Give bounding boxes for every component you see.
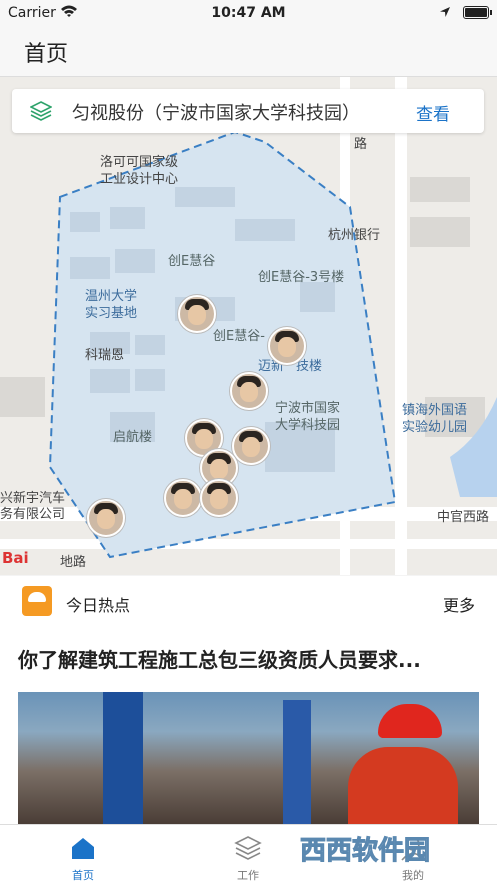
layers-icon [234,836,262,860]
tab-label: 首页 [72,869,94,882]
watermark: 西西软件园 [300,836,431,867]
road-label: 路 [354,137,368,152]
poi-label: 洛可可国家级 [100,155,179,170]
page-title: 首页 [24,42,69,67]
home-icon [72,838,94,859]
article-card[interactable]: 你了解建筑工程施工总包三级资质人员要求... [0,628,497,824]
map-view[interactable]: 洛可可国家级 工业设计中心 创E慧谷 创E慧谷-3号楼 杭州银行 温州大学 实习… [0,77,497,575]
article-image[interactable] [18,692,479,824]
user-marker[interactable] [200,479,238,517]
poi-label: 实习基地 [85,306,138,321]
user-marker[interactable] [232,427,270,465]
company-name: 匀视股份（宁波市国家大学科技园） [72,103,360,124]
map-canvas [0,77,497,575]
status-bar: Carrier 10:47 AM [0,0,497,28]
poi-label: 兴新宇汽车 [0,491,66,506]
user-marker[interactable] [164,479,202,517]
poi-label: 创E慧谷 [168,254,216,269]
poi-label: 杭州银行 [328,228,381,243]
tab-home[interactable]: 首页 [23,825,143,884]
road-label: 中官西路 [437,510,490,525]
battery-icon [463,6,492,19]
poi-label: 大学科技园 [275,418,341,433]
clock: 10:47 AM [211,5,286,21]
layers-icon [30,101,52,121]
poi-label: 工业设计中心 [100,172,179,187]
hot-logo-icon [22,586,52,616]
hot-header: 今日热点 更多 [0,576,497,628]
nav-bar: 首页 [0,28,497,77]
poi-label: 启航楼 [113,430,153,445]
poi-label: 创E慧谷- [213,329,265,344]
hot-label: 今日热点 [66,596,131,615]
poi-label: 科瑞恩 [85,348,125,363]
poi-label: 镇海外国语 [402,403,468,418]
poi-label: 创E慧谷-3号楼 [258,270,345,285]
road-label: 地路 [60,555,87,570]
article-headline[interactable]: 你了解建筑工程施工总包三级资质人员要求... [18,644,421,673]
tab-label: 工作 [237,869,259,882]
view-button[interactable]: 查看 [416,100,450,125]
company-card[interactable]: 匀视股份（宁波市国家大学科技园） 查看 [12,89,484,133]
poi-label: 宁波市国家 [275,401,341,416]
user-marker[interactable] [87,499,125,537]
user-marker[interactable] [178,295,216,333]
user-marker[interactable] [230,372,268,410]
poi-label: 务有限公司 [0,507,66,522]
article-list: 你了解建筑工程施工总包三级资质人员要求... [0,628,497,824]
location-arrow-icon [440,7,450,17]
poi-label: 实验幼儿园 [402,420,468,435]
poi-label: 技楼 [296,359,323,374]
baidu-logo: Bai [2,549,29,567]
poi-label: 温州大学 [85,289,138,304]
user-marker[interactable] [268,327,306,365]
more-link[interactable]: 更多 [443,592,475,616]
tab-work[interactable]: 工作 [188,825,308,884]
